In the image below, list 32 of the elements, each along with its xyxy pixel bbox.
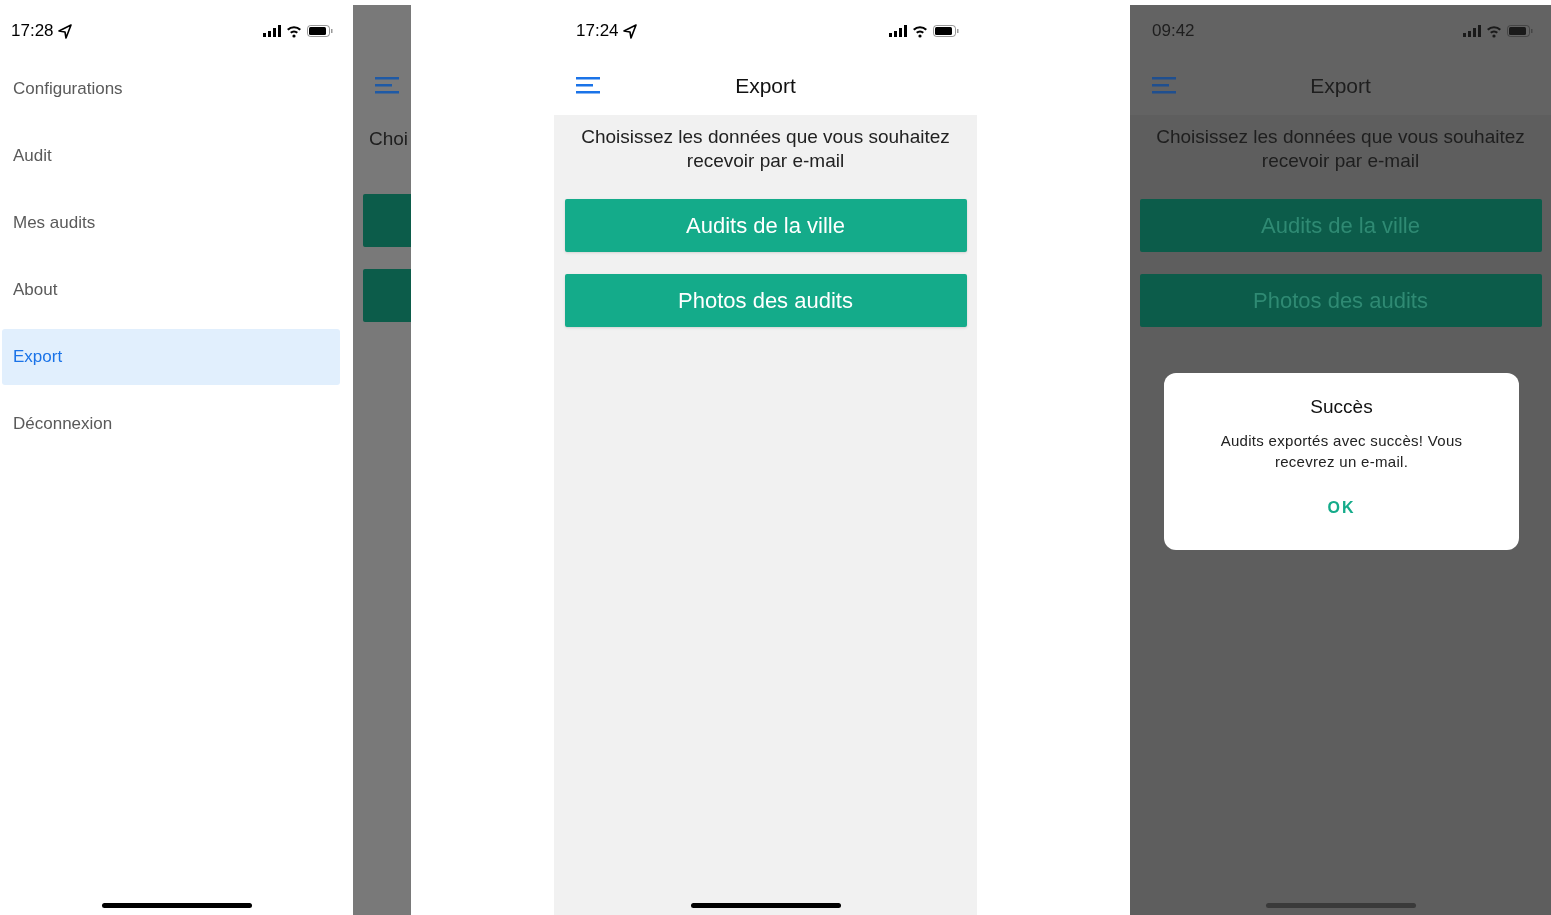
prompt-text: Choisissez les données que vous souhaitez recevoir par e-mail	[580, 125, 951, 173]
button-edge	[363, 268, 411, 322]
signal-icon	[889, 25, 907, 37]
wifi-icon	[912, 24, 928, 38]
battery-icon	[307, 25, 333, 37]
dialog-message: Audits exportés avec succès! Vous recevrez un e-mail.	[1219, 430, 1464, 472]
menu-item[interactable]: Déconnexion	[2, 396, 340, 452]
menu-item[interactable]: Audit	[2, 128, 340, 184]
status-time: 09:42	[1152, 20, 1195, 43]
status-time: 17:28	[11, 20, 54, 43]
wifi-icon	[286, 24, 302, 38]
battery-icon	[1507, 25, 1533, 37]
dialog-title: Succès	[1310, 395, 1373, 419]
menu-icon[interactable]	[576, 77, 600, 94]
export-button[interactable]: Audits de la ville	[564, 199, 967, 252]
menu-item[interactable]: About	[2, 262, 340, 318]
prompt-text: Choisissez les données que vous souhaitez recevoir par e-mail	[1155, 125, 1526, 173]
menu-item[interactable]: Export	[2, 329, 340, 385]
signal-icon	[263, 25, 281, 37]
battery-icon	[933, 25, 959, 37]
button-edge	[363, 193, 411, 247]
menu-item[interactable]: Mes audits	[2, 195, 340, 251]
prompt-text: Choi	[369, 127, 410, 151]
screen-title: Export	[1310, 73, 1371, 100]
wifi-icon	[1486, 24, 1502, 38]
menu-icon	[375, 77, 399, 94]
ok-button[interactable]: OK	[1315, 495, 1368, 520]
export-button[interactable]: Photos des audits	[564, 274, 967, 327]
menu-item[interactable]: Configurations	[2, 61, 340, 117]
signal-icon	[1463, 25, 1481, 37]
status-time: 17:24	[576, 20, 619, 43]
screen-title: Export	[735, 73, 796, 100]
